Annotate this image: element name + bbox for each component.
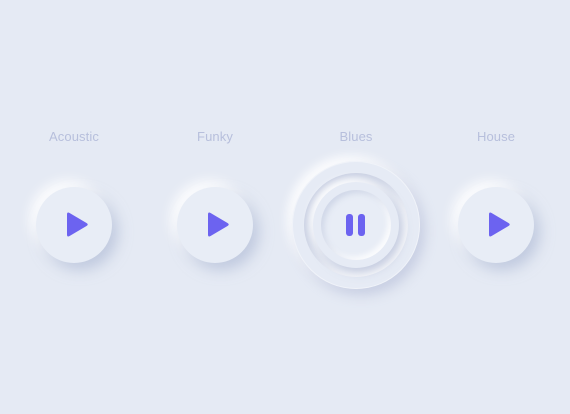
play-icon — [67, 212, 88, 237]
play-button-funky[interactable] — [177, 187, 253, 263]
pause-icon — [346, 214, 365, 236]
play-icon — [489, 212, 510, 237]
track-funky: Funky — [145, 0, 285, 414]
music-player: Acoustic Funky Blues House — [0, 0, 570, 414]
track-blues: Blues — [286, 0, 426, 414]
pause-button-blues[interactable] — [321, 190, 391, 260]
play-button-house[interactable] — [458, 187, 534, 263]
track-label-acoustic: Acoustic — [49, 129, 99, 144]
track-label-blues: Blues — [339, 129, 373, 144]
play-button-acoustic[interactable] — [36, 187, 112, 263]
play-icon — [208, 212, 229, 237]
track-acoustic: Acoustic — [4, 0, 144, 414]
track-house: House — [426, 0, 566, 414]
track-label-house: House — [476, 129, 516, 144]
track-label-funky: Funky — [197, 129, 233, 144]
